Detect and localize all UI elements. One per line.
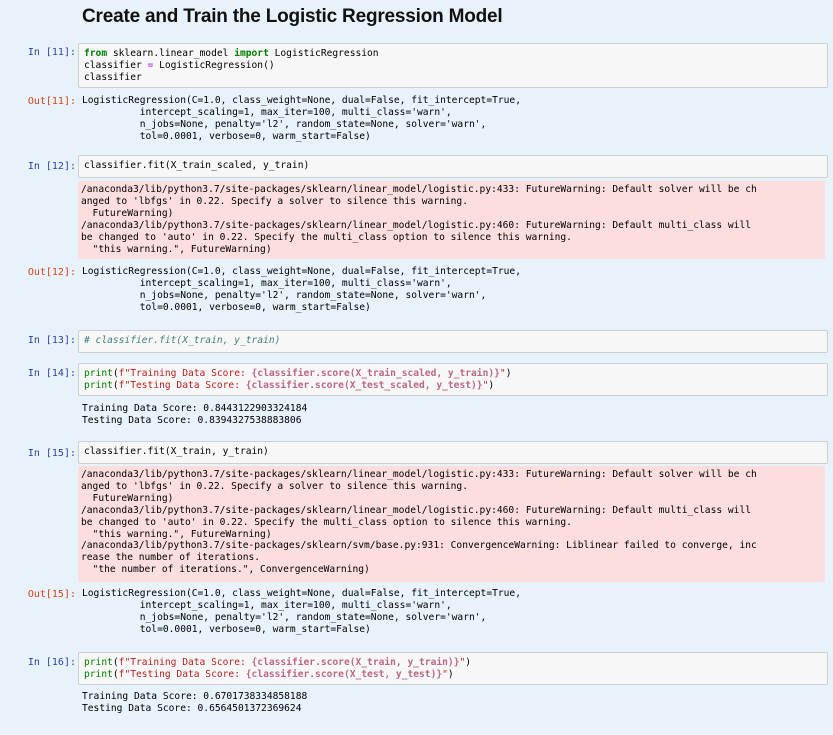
code-token: classifier <box>84 71 142 83</box>
warning-text: /anaconda3/lib/python3.7/site-packages/s… <box>81 469 757 576</box>
output-text-14: Training Data Score: 0.8443122903324184 … <box>82 403 308 426</box>
builtin: print <box>84 379 113 391</box>
output-prompt-11: Out[11]: <box>27 96 76 107</box>
input-prompt-14: In [14]: <box>27 368 76 379</box>
string: f"Training Data Score: <box>118 657 252 668</box>
string-interp: {classifier.score(X_test_scaled, y_test)… <box>245 379 483 391</box>
warning-text: /anaconda3/lib/python3.7/site-packages/s… <box>81 184 757 255</box>
input-prompt-13: In [13]: <box>27 335 76 346</box>
code-text[interactable]: classifier.fit(X_train_scaled, y_train) <box>84 160 309 172</box>
notebook: Create and Train the Logistic Regression… <box>0 0 833 735</box>
input-prompt-11: In [11]: <box>27 47 76 58</box>
code-cell-16[interactable]: print(f"Training Data Score: {classifier… <box>78 652 828 685</box>
code-text[interactable]: print(f"Training Data Score: {classifier… <box>84 657 471 681</box>
keyword: import <box>234 48 269 59</box>
code-token: ) <box>447 668 454 680</box>
string-interp: {classifier.score(X_train, y_train)} <box>251 657 460 668</box>
input-prompt-12: In [12]: <box>27 161 76 172</box>
code-token: sklearn.linear_model <box>107 48 235 59</box>
builtin: print <box>84 668 113 680</box>
code-token: ) <box>465 657 472 668</box>
code-cell-11[interactable]: from sklearn.linear_model import Logisti… <box>78 43 828 88</box>
string: f"Testing Data Score: <box>118 379 246 391</box>
builtin: print <box>84 368 113 379</box>
input-prompt-16: In [16]: <box>27 657 76 668</box>
code-cell-13[interactable]: # classifier.fit(X_train, y_train) <box>78 330 828 353</box>
string: f"Testing Data Score: <box>118 668 246 680</box>
code-token: ) <box>488 379 495 391</box>
output-text-16: Training Data Score: 0.6701738334858188 … <box>82 691 308 714</box>
section-heading: Create and Train the Logistic Regression… <box>82 6 503 27</box>
output-text-15: LogisticRegression(C=1.0, class_weight=N… <box>82 588 521 635</box>
output-text-12: LogisticRegression(C=1.0, class_weight=N… <box>82 266 521 313</box>
builtin: print <box>84 657 113 668</box>
keyword: from <box>84 48 108 59</box>
input-prompt-15: In [15]: <box>27 448 76 459</box>
output-prompt-15: Out[15]: <box>27 589 76 600</box>
code-text[interactable]: from sklearn.linear_model import Logisti… <box>84 48 379 84</box>
stderr-output-15: /anaconda3/lib/python3.7/site-packages/s… <box>78 466 825 582</box>
code-token: LogisticRegression <box>268 48 379 59</box>
code-cell-15[interactable]: classifier.fit(X_train, y_train) <box>78 441 828 464</box>
string-interp: {classifier.score(X_test, y_test)} <box>245 668 443 680</box>
output-prompt-12: Out[12]: <box>27 267 76 278</box>
code-cell-14[interactable]: print(f"Training Data Score: {classifier… <box>78 363 828 396</box>
code-comment[interactable]: # classifier.fit(X_train, y_train) <box>84 335 280 347</box>
code-text[interactable]: classifier.fit(X_train, y_train) <box>84 446 269 458</box>
code-cell-12[interactable]: classifier.fit(X_train_scaled, y_train) <box>78 155 828 178</box>
code-token: classifier <box>84 59 148 71</box>
string-interp: {classifier.score(X_train_scaled, y_trai… <box>251 368 500 379</box>
code-token: LogisticRegression() <box>153 59 275 71</box>
output-text-11: LogisticRegression(C=1.0, class_weight=N… <box>82 95 521 142</box>
code-text[interactable]: print(f"Training Data Score: {classifier… <box>84 368 511 392</box>
string: f"Training Data Score: <box>118 368 252 379</box>
code-token: ) <box>505 368 512 379</box>
stderr-output-12: /anaconda3/lib/python3.7/site-packages/s… <box>78 181 825 259</box>
